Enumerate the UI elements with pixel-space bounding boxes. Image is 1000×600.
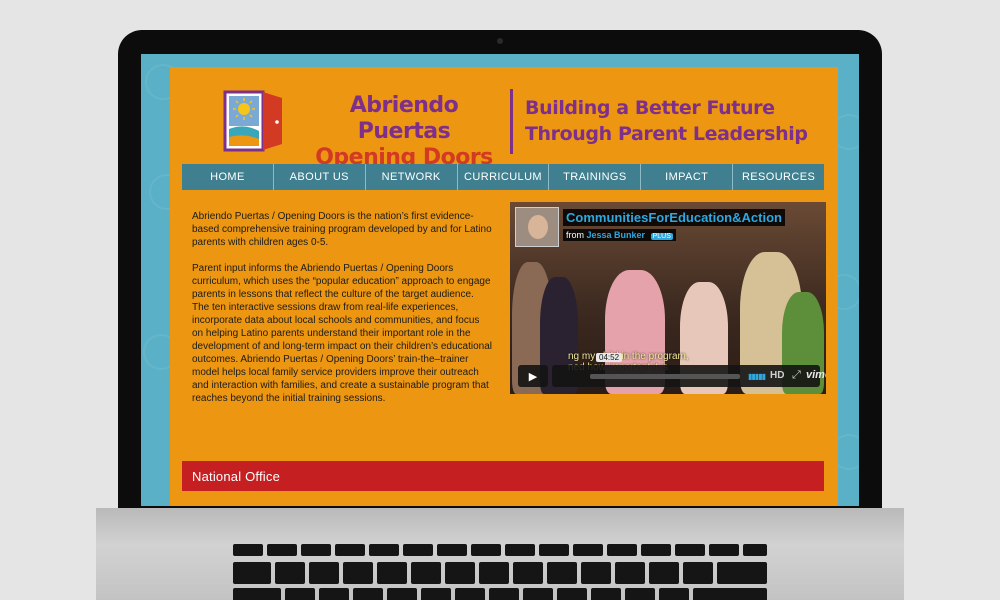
intro-paragraph-1: Abriendo Puertas / Opening Doors is the … [192,211,492,248]
nav-item-about-us[interactable]: ABOUT US [272,164,365,190]
keyboard-key [607,544,637,556]
nav-item-curriculum[interactable]: CURRICULUM [456,164,549,190]
keyboard-key [335,544,365,556]
open-door-sun-icon[interactable] [222,89,286,155]
keyboard-key [539,544,569,556]
keyboard-key [591,588,621,600]
tagline: Building a Better Future Through Parent … [525,95,835,147]
brand-divider [510,89,513,154]
video-controls: ▶ 04:52 ▮▮▮▮▮ HD ⤢ vimeo [518,353,826,387]
keyboard-key [573,544,603,556]
keyboard-key [513,562,543,584]
nav-item-network[interactable]: NETWORK [364,164,457,190]
main-nav: HOME ABOUT US NETWORK CURRICULUM TRAININ… [182,164,824,190]
keyboard-key [343,562,373,584]
keyboard-key [275,562,305,584]
nav-item-trainings[interactable]: TRAININGS [548,164,640,190]
webcam [497,38,503,44]
tagline-line2: Through Parent Leadership [525,123,808,145]
keyboard-key [437,544,467,556]
keyboard-key [285,588,315,600]
keyboard-key [615,562,645,584]
video-player[interactable]: CommunitiesForEducation&Action from Jess… [510,202,826,394]
video-from-label: from [566,230,584,240]
keyboard-key [649,562,679,584]
keyboard-key [547,562,577,584]
keyboard-key [369,544,399,556]
keyboard-key [489,588,519,600]
keyboard-key [455,588,485,600]
keyboard-key [471,544,501,556]
hd-toggle[interactable]: HD [770,370,784,381]
keyboard-key [675,544,705,556]
brand-name[interactable]: Abriendo Puertas Opening Doors [309,93,499,171]
keyboard-key [319,588,349,600]
keyboard-key [625,588,655,600]
nav-item-impact[interactable]: IMPACT [640,164,732,190]
keyboard-key [557,588,587,600]
brand-name-line1: Abriendo Puertas [349,93,459,144]
play-button[interactable]: ▶ [518,365,548,387]
keyboard-key [445,562,475,584]
keyboard-key [267,544,297,556]
keyboard-key [301,544,331,556]
nav-item-home[interactable]: HOME [182,164,273,190]
vimeo-logo[interactable]: vimeo [806,369,826,381]
keyboard-key [523,588,553,600]
control-bar: 04:52 ▮▮▮▮▮ HD ⤢ vimeo [552,353,826,387]
plus-badge: PLUS [650,233,673,240]
intro-content: Abriendo Puertas / Opening Doors is the … [192,210,492,418]
keyboard-key [403,544,433,556]
keyboard-key [233,544,263,556]
keyboard-key [693,588,767,600]
keyboard [233,540,767,600]
keyboard-key [309,562,339,584]
website-page: Abriendo Puertas Opening Doors Building … [170,67,838,506]
keyboard-key [411,562,441,584]
fullscreen-icon[interactable]: ⤢ [792,369,801,382]
video-time: 04:52 [596,353,623,362]
keyboard-key [387,588,417,600]
play-icon: ▶ [528,370,538,383]
keyboard-key [709,544,739,556]
keyboard-key [233,562,271,584]
intro-paragraph-2: Parent input informs the Abriendo Puerta… [192,263,492,404]
keyboard-key [233,588,281,600]
keyboard-key [581,562,611,584]
author-avatar[interactable] [515,207,559,247]
volume-icon[interactable]: ▮▮▮▮▮ [748,372,766,381]
tagline-line1: Building a Better Future [525,97,775,119]
national-office-heading: National Office [182,461,824,491]
keyboard-key [743,544,767,556]
video-author-link[interactable]: Jessa Bunker [587,230,646,240]
keyboard-key [377,562,407,584]
keyboard-key [353,588,383,600]
progress-track[interactable] [590,374,740,379]
laptop-screen: Abriendo Puertas Opening Doors Building … [141,54,859,506]
keyboard-key [479,562,509,584]
nav-item-resources[interactable]: RESOURCES [732,164,824,190]
keyboard-key [505,544,535,556]
keyboard-key [717,562,767,584]
keyboard-key [659,588,689,600]
keyboard-key [641,544,671,556]
keyboard-key [683,562,713,584]
keyboard-key [421,588,451,600]
caption-line-1: ng my child in the program, [568,351,689,362]
video-title[interactable]: CommunitiesForEducation&Action [563,209,785,226]
video-byline: from Jessa Bunker PLUS [563,229,676,241]
